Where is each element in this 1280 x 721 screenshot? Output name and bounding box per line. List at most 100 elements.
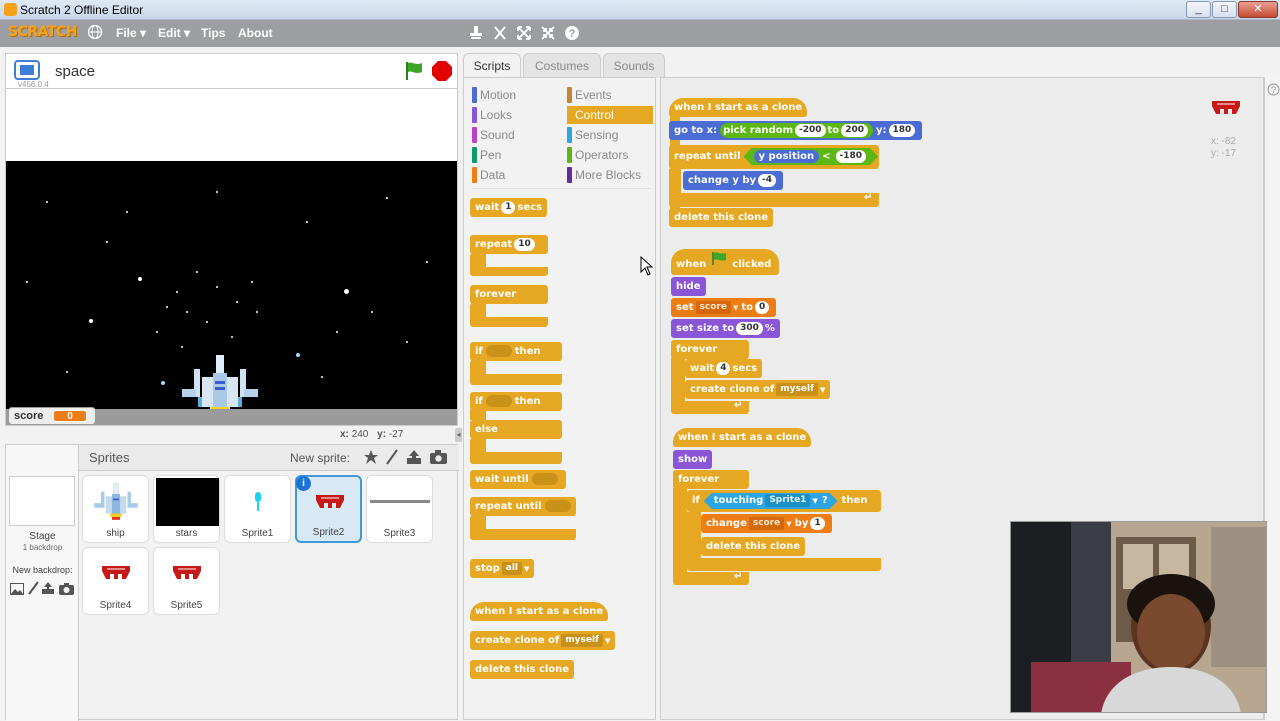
collapse-stage-handle[interactable]: ◂ [455, 428, 462, 442]
script3-forever-block[interactable]: forever [673, 470, 749, 489]
block-dropdown[interactable]: myself [776, 382, 818, 396]
category-control[interactable]: Control [567, 106, 653, 124]
palette-wait-block[interactable]: wait 1 secs [470, 198, 548, 217]
camera-backdrop-icon[interactable] [59, 582, 74, 600]
palette-if-else-block[interactable]: if then [470, 392, 562, 411]
y-position-reporter[interactable]: y position [754, 150, 820, 163]
block-dropdown[interactable]: Sprite1 [765, 494, 810, 507]
close-button[interactable]: ✕ [1238, 1, 1278, 18]
script1-when-clone-hat[interactable]: when I start as a clone [669, 98, 808, 117]
less-than-operator[interactable]: y position < -180 [744, 148, 879, 165]
category-sensing[interactable]: Sensing [567, 126, 653, 144]
script2-wait-block[interactable]: wait 4 secs [685, 359, 763, 378]
sprite-library-icon[interactable] [363, 449, 379, 468]
category-events[interactable]: Events [567, 86, 653, 104]
shrink-icon[interactable] [540, 25, 556, 44]
script2-create-clone-block[interactable]: create clone of myself ▼ [685, 380, 831, 399]
script2-set-var-block[interactable]: set score ▼ to 0 [671, 298, 777, 317]
script2-set-size-block[interactable]: set size to 300% [671, 319, 780, 338]
paint-sprite-icon[interactable] [385, 449, 399, 468]
menu-tips[interactable]: Tips [201, 26, 225, 40]
help-icon[interactable]: ? [1267, 83, 1280, 101]
script3-if-block[interactable]: if touching Sprite1 ▼? then [687, 490, 881, 512]
category-motion[interactable]: Motion [472, 86, 558, 104]
palette-delete-clone-block[interactable]: delete this clone [470, 660, 575, 679]
touching-sensor[interactable]: touching Sprite1 ▼? [704, 493, 838, 509]
block-dropdown[interactable]: myself [561, 633, 603, 647]
grow-icon[interactable] [516, 25, 532, 44]
duplicate-stamp-icon[interactable] [468, 25, 484, 44]
block-dropdown[interactable]: score [695, 300, 731, 314]
green-flag-icon[interactable] [403, 60, 425, 87]
stop-sign-icon[interactable] [431, 60, 453, 87]
sprite-thumb-sprite2[interactable]: i Sprite2 [295, 475, 362, 543]
script2-flag-hat[interactable]: when clicked [671, 249, 779, 275]
info-icon[interactable]: i [296, 476, 311, 491]
script2-hide-block[interactable]: hide [671, 277, 706, 296]
camera-sprite-icon[interactable] [430, 450, 447, 467]
tab-sounds[interactable]: Sounds [603, 53, 665, 78]
backdrop-library-icon[interactable] [10, 582, 24, 600]
category-operators[interactable]: Operators [567, 146, 653, 164]
paint-backdrop-icon[interactable] [27, 581, 39, 600]
block-input[interactable]: 180 [888, 123, 916, 137]
help-icon[interactable]: ? [564, 25, 580, 44]
category-data[interactable]: Data [472, 166, 558, 184]
block-input[interactable]: 0 [754, 300, 770, 314]
boolean-slot[interactable] [544, 500, 571, 512]
block-input[interactable]: -4 [758, 173, 777, 187]
upload-backdrop-icon[interactable] [41, 581, 55, 600]
sprite-thumb-stars[interactable]: stars [153, 475, 220, 543]
tab-scripts[interactable]: Scripts [463, 53, 521, 78]
block-input[interactable]: 200 [841, 123, 868, 137]
stage-thumbnail[interactable] [9, 476, 75, 526]
script3-when-clone-hat[interactable]: when I start as a clone [673, 428, 812, 447]
scratch-logo[interactable]: SCRATCH [8, 24, 77, 40]
menu-about[interactable]: About [238, 26, 273, 40]
boolean-slot[interactable] [485, 395, 512, 407]
minimize-button[interactable]: _ [1186, 1, 1211, 18]
block-input[interactable]: -180 [836, 150, 867, 163]
palette-wait-until-block[interactable]: wait until [470, 470, 566, 489]
block-input[interactable]: 4 [716, 361, 731, 375]
palette-when-clone-hat[interactable]: when I start as a clone [470, 602, 609, 621]
sprite-thumb-sprite5[interactable]: Sprite5 [153, 547, 220, 615]
category-pen[interactable]: Pen [472, 146, 558, 164]
cut-icon[interactable] [492, 25, 508, 44]
upload-sprite-icon[interactable] [406, 449, 422, 468]
block-input[interactable]: 1 [501, 200, 516, 214]
boolean-slot[interactable] [485, 345, 512, 357]
category-sound[interactable]: Sound [472, 126, 558, 144]
sprite-thumb-sprite4[interactable]: Sprite4 [82, 547, 149, 615]
tab-costumes[interactable]: Costumes [523, 53, 601, 78]
palette-repeat-block[interactable]: repeat 10 [470, 235, 548, 254]
block-input[interactable]: 10 [514, 237, 535, 251]
score-monitor[interactable]: score 0 [8, 407, 96, 425]
script1-delete-clone-block[interactable]: delete this clone [669, 208, 774, 227]
menu-edit[interactable]: Edit ▾ [158, 26, 190, 40]
block-input[interactable]: 1 [810, 516, 825, 530]
block-input[interactable]: 300 [736, 321, 763, 335]
script2-forever-block[interactable]: forever [671, 340, 749, 359]
category-looks[interactable]: Looks [472, 106, 558, 124]
sprite-thumb-ship[interactable]: ship [82, 475, 149, 543]
globe-icon[interactable] [87, 24, 103, 43]
palette-if-then-block[interactable]: if then [470, 342, 562, 361]
block-dropdown[interactable]: score [748, 516, 785, 530]
palette-forever-block[interactable]: forever [470, 285, 548, 304]
script1-change-y-block[interactable]: change y by -4 [683, 171, 784, 190]
menu-file[interactable]: File ▾ [116, 26, 146, 40]
palette-stop-block[interactable]: stop all ▼ [470, 559, 535, 578]
block-dropdown[interactable]: all [501, 561, 523, 575]
project-name[interactable]: space [55, 63, 95, 80]
sprite-thumb-sprite3[interactable]: Sprite3 [366, 475, 433, 543]
maximize-button[interactable]: □ [1212, 1, 1237, 18]
script3-delete-clone-block[interactable]: delete this clone [701, 537, 806, 556]
boolean-slot[interactable] [531, 473, 558, 485]
stage-canvas[interactable]: score 0 [5, 88, 458, 426]
pick-random-reporter[interactable]: pick random -200 to 200 [720, 123, 873, 138]
sprite-thumb-sprite1[interactable]: Sprite1 [224, 475, 291, 543]
script1-goto-block[interactable]: go to x: pick random -200 to 200 y: 180 [669, 121, 923, 140]
script1-repeat-until-block[interactable]: repeat until y position < -180 [669, 145, 879, 169]
block-input[interactable]: -200 [795, 123, 826, 137]
